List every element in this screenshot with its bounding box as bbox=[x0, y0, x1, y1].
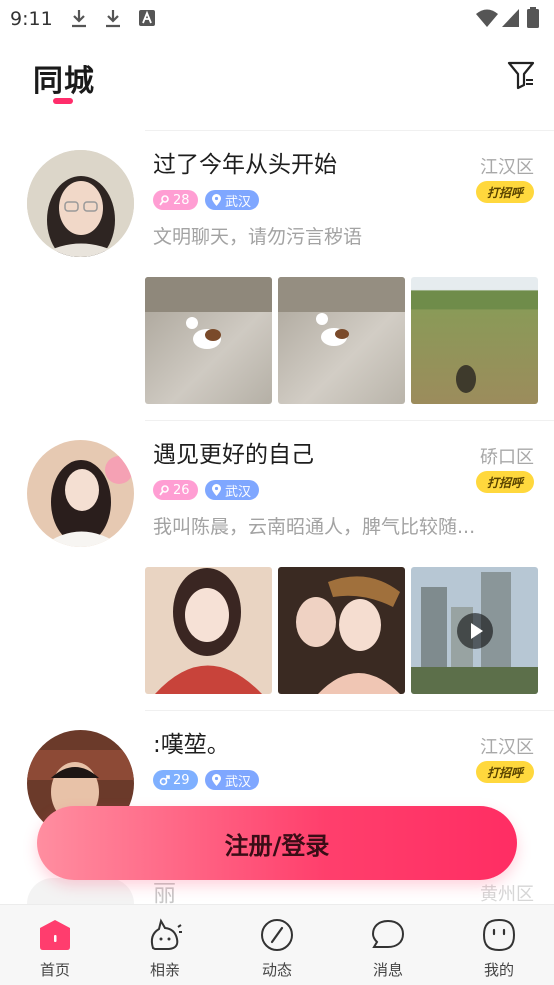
post-photo[interactable] bbox=[145, 277, 272, 404]
age-badge: 28 bbox=[153, 190, 198, 210]
district-label: 江汉区 bbox=[480, 737, 534, 758]
tab-label: 动态 bbox=[261, 961, 292, 979]
avatar[interactable] bbox=[27, 878, 134, 904]
profile-icon bbox=[482, 918, 516, 952]
page-title: 同城 bbox=[33, 64, 95, 99]
post-photo[interactable] bbox=[278, 567, 405, 694]
post-photo[interactable] bbox=[278, 277, 405, 404]
city-text: 武汉 bbox=[225, 194, 252, 210]
greet-button[interactable]: 打招呼 bbox=[476, 181, 534, 203]
post-photo[interactable] bbox=[411, 277, 538, 404]
filter-icon[interactable] bbox=[506, 58, 536, 90]
divider bbox=[145, 710, 554, 711]
greet-button[interactable]: 打招呼 bbox=[476, 471, 534, 493]
location-pin-icon bbox=[212, 773, 221, 786]
portrait-photo bbox=[278, 567, 405, 694]
divider bbox=[145, 420, 554, 421]
age-text: 29 bbox=[173, 772, 190, 788]
status-time: 9:11 bbox=[10, 8, 53, 30]
app-notification-icon bbox=[139, 10, 155, 26]
divider bbox=[145, 130, 554, 131]
tab-messages[interactable]: 消息 bbox=[333, 905, 443, 985]
download-icon bbox=[106, 10, 120, 28]
avatar[interactable] bbox=[27, 150, 134, 257]
city-text: 武汉 bbox=[225, 484, 252, 500]
female-icon bbox=[159, 194, 169, 206]
play-icon[interactable] bbox=[457, 613, 493, 649]
district-label: 硚口区 bbox=[480, 447, 534, 468]
district-label: 黄州区 bbox=[480, 884, 534, 905]
download-icon bbox=[72, 10, 86, 28]
location-pin-icon bbox=[212, 193, 221, 206]
message-icon bbox=[371, 919, 405, 948]
active-tab-indicator bbox=[53, 98, 73, 104]
header: 同城 bbox=[0, 36, 554, 126]
female-icon bbox=[159, 484, 169, 496]
location-pin-icon bbox=[212, 483, 221, 496]
grass-photo bbox=[456, 365, 476, 393]
portrait-photo bbox=[145, 567, 272, 694]
blind-date-icon bbox=[150, 918, 182, 950]
greet-button[interactable]: 打招呼 bbox=[476, 761, 534, 783]
age-text: 28 bbox=[173, 192, 190, 208]
post-bio: 我叫陈晨，云南昭通人，脾气比较随... bbox=[153, 516, 476, 538]
male-icon bbox=[159, 774, 170, 785]
age-badge: 29 bbox=[153, 770, 198, 790]
dog-photo bbox=[145, 277, 272, 349]
district-label: 江汉区 bbox=[480, 157, 534, 178]
avatar-photo bbox=[27, 150, 134, 257]
tab-label: 首页 bbox=[39, 961, 70, 979]
register-login-button[interactable]: 注册/登录 bbox=[37, 806, 517, 880]
signal-icon bbox=[502, 9, 519, 27]
post-name: :嘆堃。 bbox=[153, 732, 230, 758]
wifi-icon bbox=[476, 9, 498, 27]
tab-home[interactable]: 首页 bbox=[0, 905, 110, 985]
tab-label: 相亲 bbox=[149, 961, 180, 979]
post-photo[interactable] bbox=[145, 567, 272, 694]
home-icon bbox=[40, 920, 70, 950]
moments-icon bbox=[261, 919, 293, 951]
avatar[interactable] bbox=[27, 440, 134, 547]
dog-photo bbox=[278, 277, 405, 346]
post-name: 过了今年从头开始 bbox=[153, 152, 337, 178]
city-badge: 武汉 bbox=[205, 480, 260, 500]
tab-moments[interactable]: 动态 bbox=[222, 905, 332, 985]
tab-blind-date[interactable]: 相亲 bbox=[110, 905, 220, 985]
city-text: 武汉 bbox=[225, 774, 252, 790]
post-video[interactable] bbox=[411, 567, 538, 694]
age-badge: 26 bbox=[153, 480, 198, 500]
bottom-tab-bar: 首页 相亲 动态 消息 我的 bbox=[0, 904, 554, 985]
city-badge: 武汉 bbox=[205, 770, 260, 790]
status-bar: 9:11 bbox=[0, 0, 554, 36]
city-badge: 武汉 bbox=[205, 190, 260, 210]
age-text: 26 bbox=[173, 482, 190, 498]
tab-label: 我的 bbox=[483, 961, 514, 979]
post-bio: 文明聊天，请勿污言秽语 bbox=[153, 226, 363, 248]
avatar-photo bbox=[27, 440, 134, 547]
tab-profile[interactable]: 我的 bbox=[444, 905, 554, 985]
battery-icon bbox=[527, 7, 539, 28]
tab-label: 消息 bbox=[372, 961, 403, 979]
post-name: 遇见更好的自己 bbox=[153, 442, 314, 468]
